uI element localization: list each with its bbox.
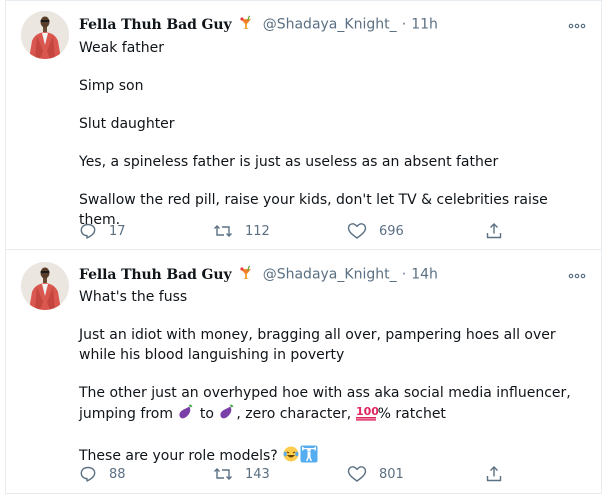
like-count: 801 [379, 466, 404, 482]
tweet-actions: 17 112 696 [79, 220, 509, 242]
tropical-drink-icon [238, 15, 254, 35]
like-count: 696 [379, 223, 404, 239]
tweet[interactable]: Fella Thuh Bad Guy @Shadaya_Knight_ · 11… [5, 0, 602, 250]
retweet-icon [214, 468, 232, 480]
share-button[interactable] [485, 220, 503, 242]
tweet-paragraph: Slut daughter [79, 116, 175, 132]
retweet-count: 112 [245, 223, 270, 239]
more-options-icon[interactable] [567, 268, 587, 282]
tweet-timestamp[interactable]: 11h [411, 17, 438, 33]
avatar[interactable] [21, 11, 69, 59]
more-options-icon[interactable] [567, 18, 587, 32]
share-button[interactable] [485, 463, 503, 485]
reply-count: 88 [109, 466, 126, 482]
hundred-points-icon: 100 [355, 403, 379, 427]
tweet-paragraph: The other just an overhyped hoe with ass… [79, 383, 581, 427]
reply-icon [80, 223, 96, 239]
separator-dot: · [401, 266, 407, 283]
heart-icon [347, 466, 367, 482]
tweet-header: Fella Thuh Bad Guy @Shadaya_Knight_ · 11… [79, 14, 589, 36]
tweet-text-segment: , zero character, [236, 406, 356, 422]
retweet-icon [214, 225, 232, 237]
tweet-text-segment: The other just an overhyped hoe with ass… [79, 385, 571, 401]
tweet-text-segment: These are your role models? [79, 448, 283, 464]
separator-dot: · [401, 16, 407, 33]
tweet-paragraph: What's the fuss [79, 289, 188, 305]
tweet-timestamp[interactable]: 14h [411, 267, 438, 283]
author-handle[interactable]: @Shadaya_Knight_ [263, 17, 397, 33]
tweet-text-segment: to [195, 406, 219, 422]
share-icon [486, 466, 502, 482]
reply-button[interactable]: 88 [79, 463, 126, 485]
tweet-text: What's the fuss Just an idiot with money… [79, 287, 581, 469]
tweet-paragraph: Simp son [79, 78, 144, 94]
eggplant-icon [177, 403, 195, 427]
author-name[interactable]: Fella Thuh Bad Guy [79, 17, 232, 33]
retweet-button[interactable]: 143 [213, 463, 270, 485]
tweet-header: Fella Thuh Bad Guy @Shadaya_Knight_ · 14… [79, 264, 589, 286]
tropical-drink-icon [238, 265, 254, 285]
retweet-button[interactable]: 112 [213, 220, 270, 242]
tweet-paragraph: Just an idiot with money, bragging all o… [79, 327, 556, 363]
tweet[interactable]: Fella Thuh Bad Guy @Shadaya_Knight_ · 14… [5, 250, 602, 494]
tweet-actions: 88 143 801 [79, 463, 509, 485]
share-icon [486, 223, 502, 239]
timeline: Fella Thuh Bad Guy @Shadaya_Knight_ · 11… [0, 0, 615, 494]
tweet-text-segment: jumping from [79, 406, 178, 422]
author-handle[interactable]: @Shadaya_Knight_ [263, 267, 397, 283]
retweet-count: 143 [245, 466, 270, 482]
like-button[interactable]: 801 [347, 463, 404, 485]
reply-button[interactable]: 17 [79, 220, 126, 242]
tweet-text-segment: % ratchet [377, 406, 446, 422]
like-button[interactable]: 696 [347, 220, 404, 242]
reply-count: 17 [109, 223, 126, 239]
tweet-paragraph: Yes, a spineless father is just as usele… [79, 154, 499, 170]
tweet-text: Weak father Simp son Slut daughter Yes, … [79, 38, 581, 230]
eggplant-icon [218, 403, 236, 427]
avatar[interactable] [21, 262, 69, 310]
tweet-paragraph: Weak father [79, 40, 165, 56]
svg-text:100: 100 [356, 405, 378, 418]
author-name[interactable]: Fella Thuh Bad Guy [79, 267, 232, 283]
reply-icon [80, 466, 96, 482]
heart-icon [347, 223, 367, 239]
